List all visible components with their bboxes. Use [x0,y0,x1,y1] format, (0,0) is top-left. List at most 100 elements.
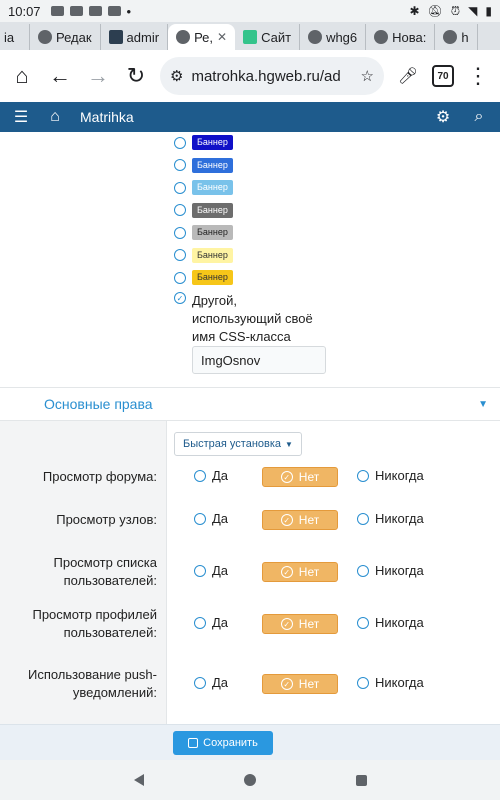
radio-button[interactable] [357,564,369,577]
home-icon[interactable]: ⌂ [44,106,66,128]
radio-button[interactable] [357,676,369,689]
option-no-selected[interactable]: ✓ Нет [262,674,338,694]
menu-dots-icon[interactable]: ⋮ [464,62,492,90]
radio-button[interactable] [174,204,186,216]
tab-count-button[interactable]: 70 [432,65,454,87]
hamburger-menu-icon[interactable]: ☰ [10,106,32,128]
radio-button[interactable] [194,469,206,482]
radio-button[interactable] [194,676,206,689]
option-never[interactable]: Никогда [357,468,424,483]
option-no-selected[interactable]: ✓ Нет [262,614,338,634]
radio-button[interactable] [194,512,206,525]
radio-button[interactable] [174,226,186,239]
banner-option[interactable]: Баннер [174,135,233,150]
selected-check-icon[interactable]: ✓ [174,292,186,304]
back-arrow-icon[interactable]: ← [46,62,74,90]
browser-tab-strip: ia Редак admir Ре, ✕ Сайт whg6 Нова: h [0,22,500,50]
option-yes-label: Да [212,563,229,578]
radio-button[interactable] [174,136,186,149]
option-no-selected[interactable]: ✓ Нет [262,562,338,582]
quick-set-dropdown[interactable]: Быстрая установка ▼ [174,432,302,456]
option-yes[interactable]: Да [194,563,228,578]
save-button[interactable]: Сохранить [173,731,273,755]
nav-recents-icon[interactable] [355,774,367,786]
browser-tab[interactable]: Сайт [235,24,301,50]
browser-tab-active[interactable]: Ре, ✕ [168,24,236,50]
close-tab-icon[interactable]: ✕ [217,30,227,44]
permission-label-line: пользователей: [63,573,157,588]
banner-option[interactable]: Баннер [174,247,233,263]
notification-icons: • [50,4,131,19]
banner-chip: Баннер [192,270,233,285]
permission-label: Просмотр узлов: [56,511,157,529]
alarm-icon: ⏰︎ [450,3,461,18]
option-no-selected[interactable]: ✓ Нет [262,467,338,487]
browser-tab[interactable]: whg6 [300,24,367,50]
forward-arrow-icon[interactable]: → [84,62,112,90]
other-css-option[interactable]: ✓ Другой, использующий своё имя CSS-клас… [174,292,322,346]
youtube-icon-3 [107,6,121,16]
permission-label-line: Просмотр узлов: [56,512,157,527]
radio-button[interactable] [174,181,186,194]
radio-button[interactable] [174,271,186,284]
bookmark-star-icon[interactable]: ☆ [361,67,374,85]
option-never-label: Никогда [375,468,424,483]
banner-chip: Баннер [192,202,233,218]
option-never[interactable]: Никогда [357,511,424,526]
radio-button[interactable] [357,512,369,525]
option-never-label: Никогда [375,563,424,578]
youtube-icon [69,6,83,16]
browser-tab[interactable]: admir [101,24,169,50]
option-yes[interactable]: Да [194,468,228,483]
section-title: Основные права [44,396,153,412]
option-yes-label: Да [212,675,229,690]
nav-back-icon[interactable] [133,774,144,786]
radio-button[interactable] [357,616,369,629]
battery-icon: ▮ [485,4,492,18]
option-no-selected[interactable]: ✓ Нет [262,510,338,530]
tab-label: ia [4,29,15,45]
banner-option[interactable]: Баннер [174,157,233,173]
tab-label: whg6 [326,29,358,45]
banner-option[interactable]: Баннер [174,180,233,195]
banner-option[interactable]: Баннер [174,225,233,240]
option-never[interactable]: Никогда [357,563,424,578]
caret-down-icon[interactable]: ▼ [478,399,488,410]
browser-tab[interactable]: Нова: [366,24,436,50]
search-icon[interactable]: ⌕ [468,106,490,128]
option-yes[interactable]: Да [194,615,228,630]
radio-button[interactable] [174,159,186,171]
site-settings-icon[interactable]: ⚙ [170,67,183,85]
radio-button[interactable] [357,469,369,482]
address-bar[interactable]: ⚙ matrohka.hgweb.ru/ad ☆ [160,57,384,95]
banner-option[interactable]: Баннер [174,270,233,285]
option-never[interactable]: Никогда [357,675,424,690]
banner-option[interactable]: Баннер [174,202,233,218]
browser-tab[interactable]: ia [0,24,30,50]
home-icon[interactable]: ⌂ [8,62,36,90]
radio-button[interactable] [194,564,206,577]
option-no-label: Нет [298,513,320,527]
section-basic-rights[interactable]: Основные права ▼ [0,387,500,421]
microphone-icon[interactable]: 🎤︎ [394,62,422,90]
check-icon: ✓ [280,618,293,630]
permission-label: Просмотр форума: [43,468,157,486]
youtube-icon-2 [88,6,102,16]
reload-icon[interactable]: ↻ [122,62,150,90]
radio-button[interactable] [174,249,186,261]
caret-down-icon: ▼ [285,439,293,449]
site-header: ☰ ⌂ Matrihka ⚙ ⌕ [0,102,500,132]
option-yes[interactable]: Да [194,511,228,526]
nav-home-icon[interactable] [243,774,256,786]
quick-set-label: Быстрая установка [183,438,282,450]
tab-label: admir [126,29,160,45]
option-never[interactable]: Никогда [357,615,424,630]
option-yes[interactable]: Да [194,675,228,690]
browser-tab[interactable]: h [435,24,478,50]
site-title[interactable]: Matrihka [80,109,134,125]
settings-gear-icon[interactable]: ⚙ [432,106,454,128]
radio-button[interactable] [194,616,206,629]
css-class-input[interactable]: ImgOsnov [192,346,326,374]
browser-tab[interactable]: Редак [30,24,101,50]
url-text[interactable]: matrohka.hgweb.ru/ad [191,68,352,85]
